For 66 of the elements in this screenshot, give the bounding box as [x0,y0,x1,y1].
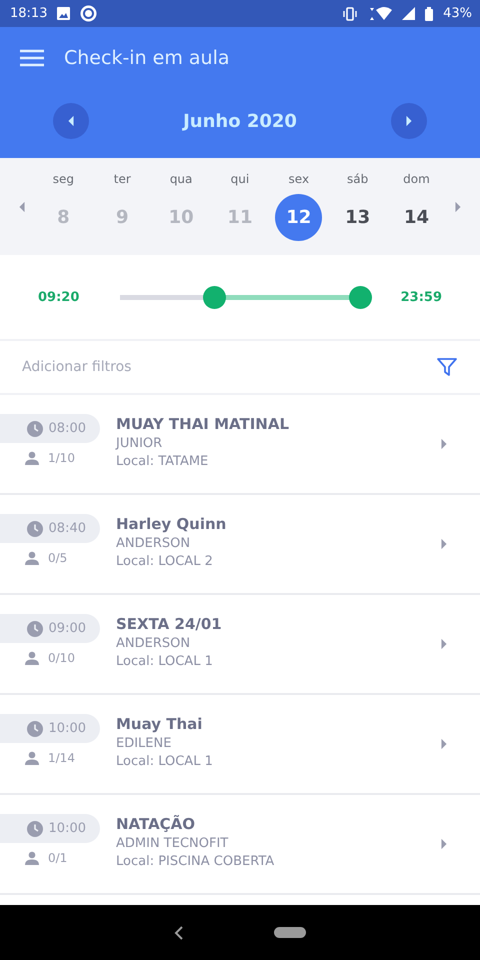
vibrate-icon [342,6,358,20]
person-icon [25,851,39,865]
occupancy: 0/5 [48,551,68,565]
weekday-label: dom [403,172,430,186]
class-location: Local: LOCAL 1 [116,654,214,669]
filter-icon[interactable] [436,356,458,378]
weekday-label: sex [288,172,310,186]
clock-icon [26,720,43,736]
class-time: 09:00 [48,621,86,636]
day-button[interactable]: 12 [275,194,322,241]
occupancy: 0/1 [48,851,68,865]
person-icon [25,651,39,665]
weekday-label: ter [114,172,131,186]
day-button[interactable]: 13 [334,194,382,241]
instructor-name: ANDERSON [116,536,192,551]
battery-icon [425,6,434,20]
next-month-button[interactable] [391,103,427,139]
signal-icon [402,7,416,20]
wifi-icon [368,6,392,20]
screen-title: Check-in em aula [64,47,230,69]
person-icon [25,551,39,565]
slider-thumb[interactable] [349,286,372,308]
class-location: Local: LOCAL 1 [116,754,214,769]
status-time: 18:13 [10,6,48,21]
class-time: 08:00 [48,421,86,436]
month-label: Junho 2020 [183,110,297,132]
class-name: NATAÇÃO [116,815,196,833]
class-name: MUAY THAI MATINAL [116,415,290,433]
weekday-label: seg [52,172,74,186]
class-time: 10:00 [48,821,86,836]
day-button[interactable]: 14 [392,194,440,241]
class-location: Local: LOCAL 2 [116,554,214,569]
range-start-time: 09:20 [38,290,80,304]
class-location: Local: PISCINA COBERTA [116,854,276,869]
occupancy: 1/14 [48,751,75,765]
back-icon[interactable] [174,926,184,940]
class-name: Harley Quinn [116,515,228,533]
filter-field[interactable]: Adicionar filtros [22,359,132,375]
weekday-label: sáb [347,172,368,186]
slider-thumb[interactable] [202,286,226,308]
chat-icon [80,5,98,22]
clock-icon [26,420,43,436]
range-end-time: 23:59 [400,290,442,304]
weekday-label: qui [230,172,250,186]
battery-level: 43% [443,6,472,21]
instructor-name: ANDERSON [116,636,192,651]
clock-icon [26,520,43,536]
instructor-name: ADMIN TECNOFIT [116,836,230,851]
image-icon [57,7,70,20]
class-name: Muay Thai [116,715,204,733]
occupancy: 0/10 [48,651,75,665]
instructor-name: EDILENE [116,736,172,751]
occupancy: 1/10 [48,451,75,465]
instructor-name: JUNIOR [116,436,164,451]
previous-month-button[interactable] [53,103,89,139]
clock-icon [26,620,43,636]
clock-icon [26,820,43,836]
class-time: 08:40 [48,521,86,536]
class-time: 10:00 [48,721,86,736]
menu-icon[interactable] [20,49,44,67]
class-name: SEXTA 24/01 [116,615,223,633]
person-icon [25,451,39,465]
class-location: Local: TATAME [116,454,210,469]
person-icon [25,751,39,765]
home-button[interactable] [274,927,306,938]
weekday-label: qua [170,172,192,186]
